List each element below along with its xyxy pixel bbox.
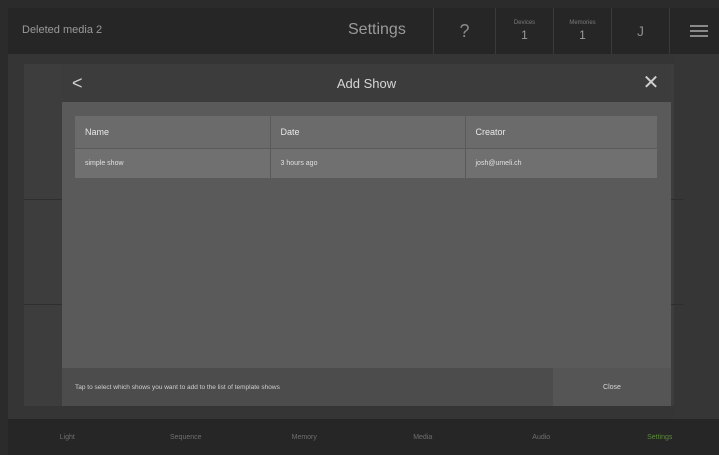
devices-label: Devices	[513, 20, 536, 26]
top-bar: Deleted media 2 Settings ? Devices 1 Mem…	[8, 8, 719, 54]
column-header-creator[interactable]: Creator	[465, 116, 657, 148]
dialog-hint-text: Tap to select which shows you want to ad…	[75, 383, 280, 391]
dialog-title: Add Show	[336, 75, 397, 91]
memories-label: Memories	[569, 20, 596, 26]
user-initial: J	[637, 23, 644, 39]
user-button[interactable]: J	[611, 8, 669, 54]
devices-count: 1	[521, 28, 528, 42]
help-button[interactable]: ?	[433, 8, 495, 54]
dialog-header: < Add Show ✕	[62, 64, 671, 102]
dialog-body: Name Date Creator simple show 3 hours ag…	[62, 102, 671, 368]
back-icon[interactable]: <	[72, 73, 92, 93]
project-title[interactable]: Deleted media 2	[22, 24, 102, 36]
background-right-strip	[674, 54, 719, 419]
table-header-row: Name Date Creator	[75, 116, 657, 148]
memories-count: 1	[579, 28, 586, 42]
tab-audio[interactable]: Audio	[482, 419, 601, 455]
bottom-tab-bar: Light Sequence Memory Media Audio Settin…	[8, 419, 719, 455]
cell-name: simple show	[75, 147, 271, 178]
tab-media[interactable]: Media	[364, 419, 483, 455]
cell-creator: josh@umeli.ch	[465, 147, 657, 178]
tab-light[interactable]: Light	[8, 419, 127, 455]
memories-button[interactable]: Memories 1	[553, 8, 611, 54]
hamburger-icon	[689, 25, 708, 37]
table-row[interactable]: simple show 3 hours ago josh@umeli.ch	[75, 147, 657, 178]
add-show-dialog: < Add Show ✕ Name Date Creator simple sh…	[62, 64, 671, 406]
dialog-footer: Tap to select which shows you want to ad…	[62, 368, 671, 406]
shows-table: Name Date Creator simple show 3 hours ag…	[75, 116, 657, 178]
cell-date: 3 hours ago	[270, 147, 466, 178]
tab-memory[interactable]: Memory	[245, 419, 364, 455]
close-button[interactable]: Close	[553, 368, 671, 406]
tab-sequence[interactable]: Sequence	[127, 419, 246, 455]
column-header-date[interactable]: Date	[270, 116, 466, 148]
page-title: Settings	[348, 21, 406, 38]
menu-button[interactable]	[669, 8, 719, 54]
column-header-name[interactable]: Name	[75, 116, 271, 148]
close-icon[interactable]: ✕	[641, 73, 661, 93]
help-icon: ?	[459, 20, 470, 41]
tab-settings[interactable]: Settings	[601, 419, 719, 455]
devices-button[interactable]: Devices 1	[495, 8, 553, 54]
